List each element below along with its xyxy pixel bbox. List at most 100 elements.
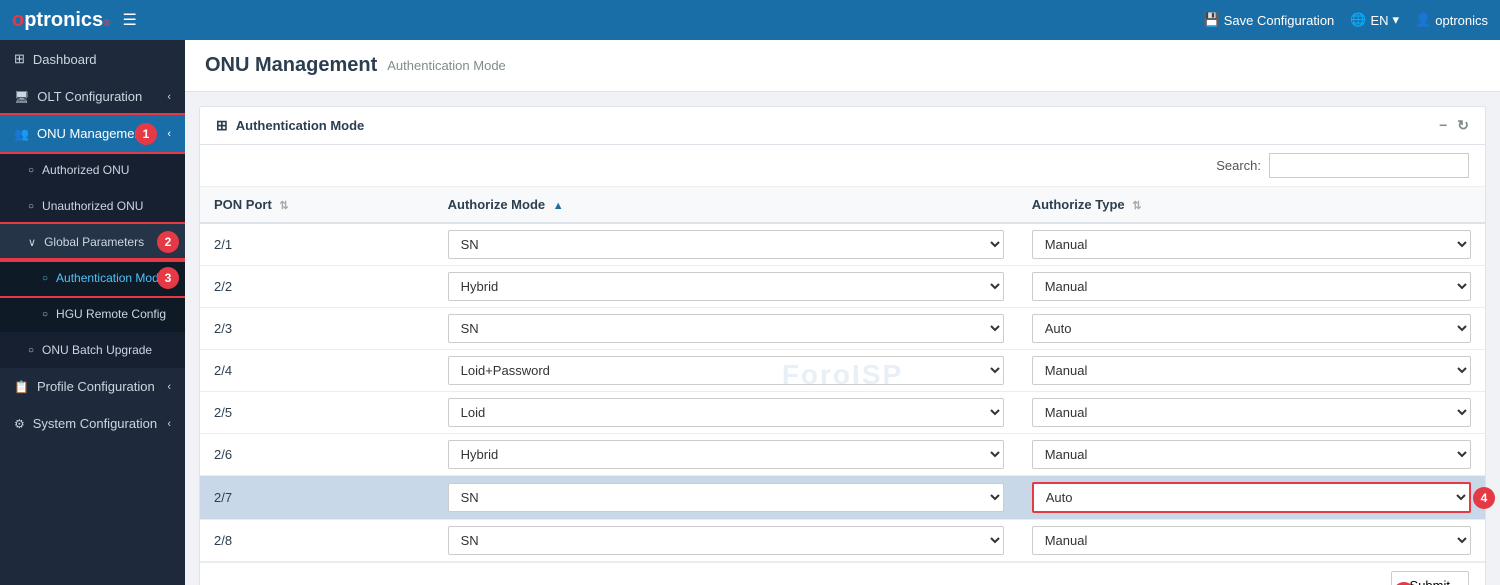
table-header-row: PON Port ⇅ Authorize Mode ▲ Authorize Ty… bbox=[200, 187, 1485, 223]
sort-icon-mode: ▲ bbox=[553, 200, 564, 212]
globe-label: EN bbox=[1370, 13, 1388, 28]
col-pon-port[interactable]: PON Port ⇅ bbox=[200, 187, 434, 223]
table-row: 2/2 SNHybridLoid+PasswordLoid ManualAuto bbox=[200, 266, 1485, 308]
sidebar-item-system-config[interactable]: ⚙ System Configuration ‹ bbox=[0, 405, 185, 442]
authorize-type-select[interactable]: ManualAuto bbox=[1032, 272, 1471, 301]
card-header-actions: − ↻ bbox=[1439, 117, 1469, 134]
authorize-mode-cell: SNHybridLoid+PasswordLoid bbox=[434, 392, 1018, 434]
authorize-mode-select[interactable]: SNHybridLoid+PasswordLoid bbox=[448, 230, 1004, 259]
authorize-type-select[interactable]: ManualAuto bbox=[1032, 440, 1471, 469]
onu-icon: 👥 bbox=[14, 127, 29, 141]
sidebar-sub-onu: ○ Authorized ONU ○ Unauthorized ONU ∨ Gl… bbox=[0, 152, 185, 368]
step-badge-4: 4 bbox=[1473, 487, 1495, 509]
authorize-type-select[interactable]: ManualAuto bbox=[1032, 230, 1471, 259]
circle-icon: ○ bbox=[42, 273, 48, 284]
save-icon: 💾 bbox=[1204, 12, 1220, 28]
pon-port-cell: 2/1 bbox=[200, 223, 434, 266]
authorize-mode-select[interactable]: SNHybridLoid+PasswordLoid bbox=[448, 440, 1004, 469]
minimize-icon[interactable]: − bbox=[1439, 117, 1447, 134]
col-label: PON Port bbox=[214, 197, 272, 212]
authorize-mode-select[interactable]: SNHybridLoid+PasswordLoid bbox=[448, 314, 1004, 343]
sidebar-item-label: HGU Remote Config bbox=[56, 307, 166, 321]
pon-port-cell: 2/3 bbox=[200, 308, 434, 350]
authorize-mode-select[interactable]: SNHybridLoid+PasswordLoid bbox=[448, 483, 1004, 512]
authorize-mode-cell: SNHybridLoid+PasswordLoid bbox=[434, 476, 1018, 520]
hamburger-icon[interactable]: ☰ bbox=[123, 10, 137, 30]
authorize-mode-select[interactable]: SNHybridLoid+PasswordLoid bbox=[448, 272, 1004, 301]
page-title: ONU Management bbox=[205, 54, 377, 77]
table-row: 2/8 SNHybridLoid+PasswordLoid ManualAuto bbox=[200, 520, 1485, 562]
search-label: Search: bbox=[1216, 158, 1261, 173]
save-config-label: Save Configuration bbox=[1224, 13, 1335, 28]
authorize-type-cell: ManualAuto bbox=[1018, 350, 1485, 392]
user-icon: 👤 bbox=[1415, 12, 1431, 28]
sidebar-item-olt-config[interactable]: 🖥 OLT Configuration ‹ bbox=[0, 78, 185, 115]
sidebar-item-label: Unauthorized ONU bbox=[42, 199, 143, 213]
circle-icon: ○ bbox=[28, 165, 34, 176]
logo-text: optronics® bbox=[12, 9, 111, 32]
user-button[interactable]: 👤 optronics bbox=[1415, 12, 1488, 28]
save-config-button[interactable]: 💾 Save Configuration bbox=[1204, 12, 1335, 28]
col-authorize-type[interactable]: Authorize Type ⇅ bbox=[1018, 187, 1485, 223]
authorize-type-select[interactable]: ManualAuto bbox=[1032, 526, 1471, 555]
sort-icon-type: ⇅ bbox=[1132, 200, 1141, 212]
table-row: 2/5SNHybridLoid+PasswordLoidManualAuto bbox=[200, 392, 1485, 434]
dashboard-icon: ⊞ bbox=[14, 51, 25, 67]
globe-icon: 🌐 bbox=[1350, 12, 1366, 28]
authorize-mode-cell: SNHybridLoid+PasswordLoid bbox=[434, 350, 1018, 392]
pon-port-cell: 2/4 bbox=[200, 350, 434, 392]
authorize-type-cell: ManualAuto bbox=[1018, 223, 1485, 266]
table-wrapper: ForoISP PON Port ⇅ Authorize Mode ▲ bbox=[200, 187, 1485, 562]
sidebar-item-global-parameters[interactable]: ∨ Global Parameters 2 bbox=[0, 224, 185, 260]
sidebar-item-hgu-remote-config[interactable]: ○ HGU Remote Config bbox=[0, 296, 185, 332]
language-button[interactable]: 🌐 EN ▾ bbox=[1350, 12, 1399, 28]
collapse-icon: ‹ bbox=[167, 128, 171, 140]
header-right: 💾 Save Configuration 🌐 EN ▾ 👤 optronics bbox=[1204, 12, 1488, 28]
chevron-down-icon: ▾ bbox=[1393, 12, 1400, 28]
step-badge-2: 2 bbox=[157, 231, 179, 253]
authorize-type-cell: ManualAuto bbox=[1018, 266, 1485, 308]
authorize-mode-cell: SNHybridLoid+PasswordLoid bbox=[434, 223, 1018, 266]
sidebar-item-authorized-onu[interactable]: ○ Authorized ONU bbox=[0, 152, 185, 188]
authorize-mode-select[interactable]: SNHybridLoid+PasswordLoid bbox=[448, 526, 1004, 555]
sidebar-item-profile-config[interactable]: 📋 Profile Configuration ‹ bbox=[0, 368, 185, 405]
authorize-type-cell: ManualAuto bbox=[1018, 520, 1485, 562]
authorize-mode-select[interactable]: SNHybridLoid+PasswordLoid bbox=[448, 356, 1004, 385]
authentication-table: PON Port ⇅ Authorize Mode ▲ Authorize Ty… bbox=[200, 187, 1485, 562]
layout: ⊞ Dashboard 🖥 OLT Configuration ‹ 👥 ONU … bbox=[0, 40, 1500, 585]
footer-bar: 5 Submit bbox=[200, 562, 1485, 585]
authorize-type-cell: ManualAuto4 bbox=[1018, 476, 1485, 520]
card-header: ⊞ Authentication Mode − ↻ bbox=[200, 107, 1485, 145]
sidebar-item-onu-batch-upgrade[interactable]: ○ ONU Batch Upgrade bbox=[0, 332, 185, 368]
authorize-mode-cell: SNHybridLoid+PasswordLoid bbox=[434, 266, 1018, 308]
authorize-type-select[interactable]: ManualAuto bbox=[1032, 314, 1471, 343]
authorize-type-select[interactable]: ManualAuto bbox=[1032, 356, 1471, 385]
sidebar-subsub: ○ Authentication Mode 3 ○ HGU Remote Con… bbox=[0, 260, 185, 332]
sidebar-item-label: Profile Configuration bbox=[37, 379, 155, 394]
sidebar-item-label: Dashboard bbox=[33, 52, 97, 67]
sidebar-item-dashboard[interactable]: ⊞ Dashboard bbox=[0, 40, 185, 78]
authorize-type-select[interactable]: ManualAuto bbox=[1032, 482, 1471, 513]
sidebar-item-onu-management[interactable]: 👥 ONU Management ‹ 1 bbox=[0, 115, 185, 152]
col-authorize-mode[interactable]: Authorize Mode ▲ bbox=[434, 187, 1018, 223]
sidebar-item-authentication-mode[interactable]: ○ Authentication Mode 3 bbox=[0, 260, 185, 296]
search-input[interactable] bbox=[1269, 153, 1469, 178]
sidebar-item-label: Authentication Mode bbox=[56, 271, 165, 285]
col-label: Authorize Mode bbox=[448, 197, 546, 212]
section-title: Authentication Mode bbox=[236, 118, 365, 133]
refresh-icon[interactable]: ↻ bbox=[1457, 117, 1469, 134]
authorize-type-select[interactable]: ManualAuto bbox=[1032, 398, 1471, 427]
logo: optronics® bbox=[12, 9, 111, 32]
profile-icon: 📋 bbox=[14, 380, 29, 394]
authorize-mode-cell: SNHybridLoid+PasswordLoid bbox=[434, 308, 1018, 350]
authorize-mode-select[interactable]: SNHybridLoid+PasswordLoid bbox=[448, 398, 1004, 427]
pon-port-cell: 2/8 bbox=[200, 520, 434, 562]
user-label: optronics bbox=[1435, 13, 1488, 28]
system-icon: ⚙ bbox=[14, 417, 25, 431]
sidebar-item-unauthorized-onu[interactable]: ○ Unauthorized ONU bbox=[0, 188, 185, 224]
authorize-mode-cell: SNHybridLoid+PasswordLoid bbox=[434, 520, 1018, 562]
sidebar: ⊞ Dashboard 🖥 OLT Configuration ‹ 👥 ONU … bbox=[0, 40, 185, 585]
pon-port-cell: 2/2 bbox=[200, 266, 434, 308]
step-badge-1: 1 bbox=[135, 123, 157, 145]
pon-port-cell: 2/6 bbox=[200, 434, 434, 476]
